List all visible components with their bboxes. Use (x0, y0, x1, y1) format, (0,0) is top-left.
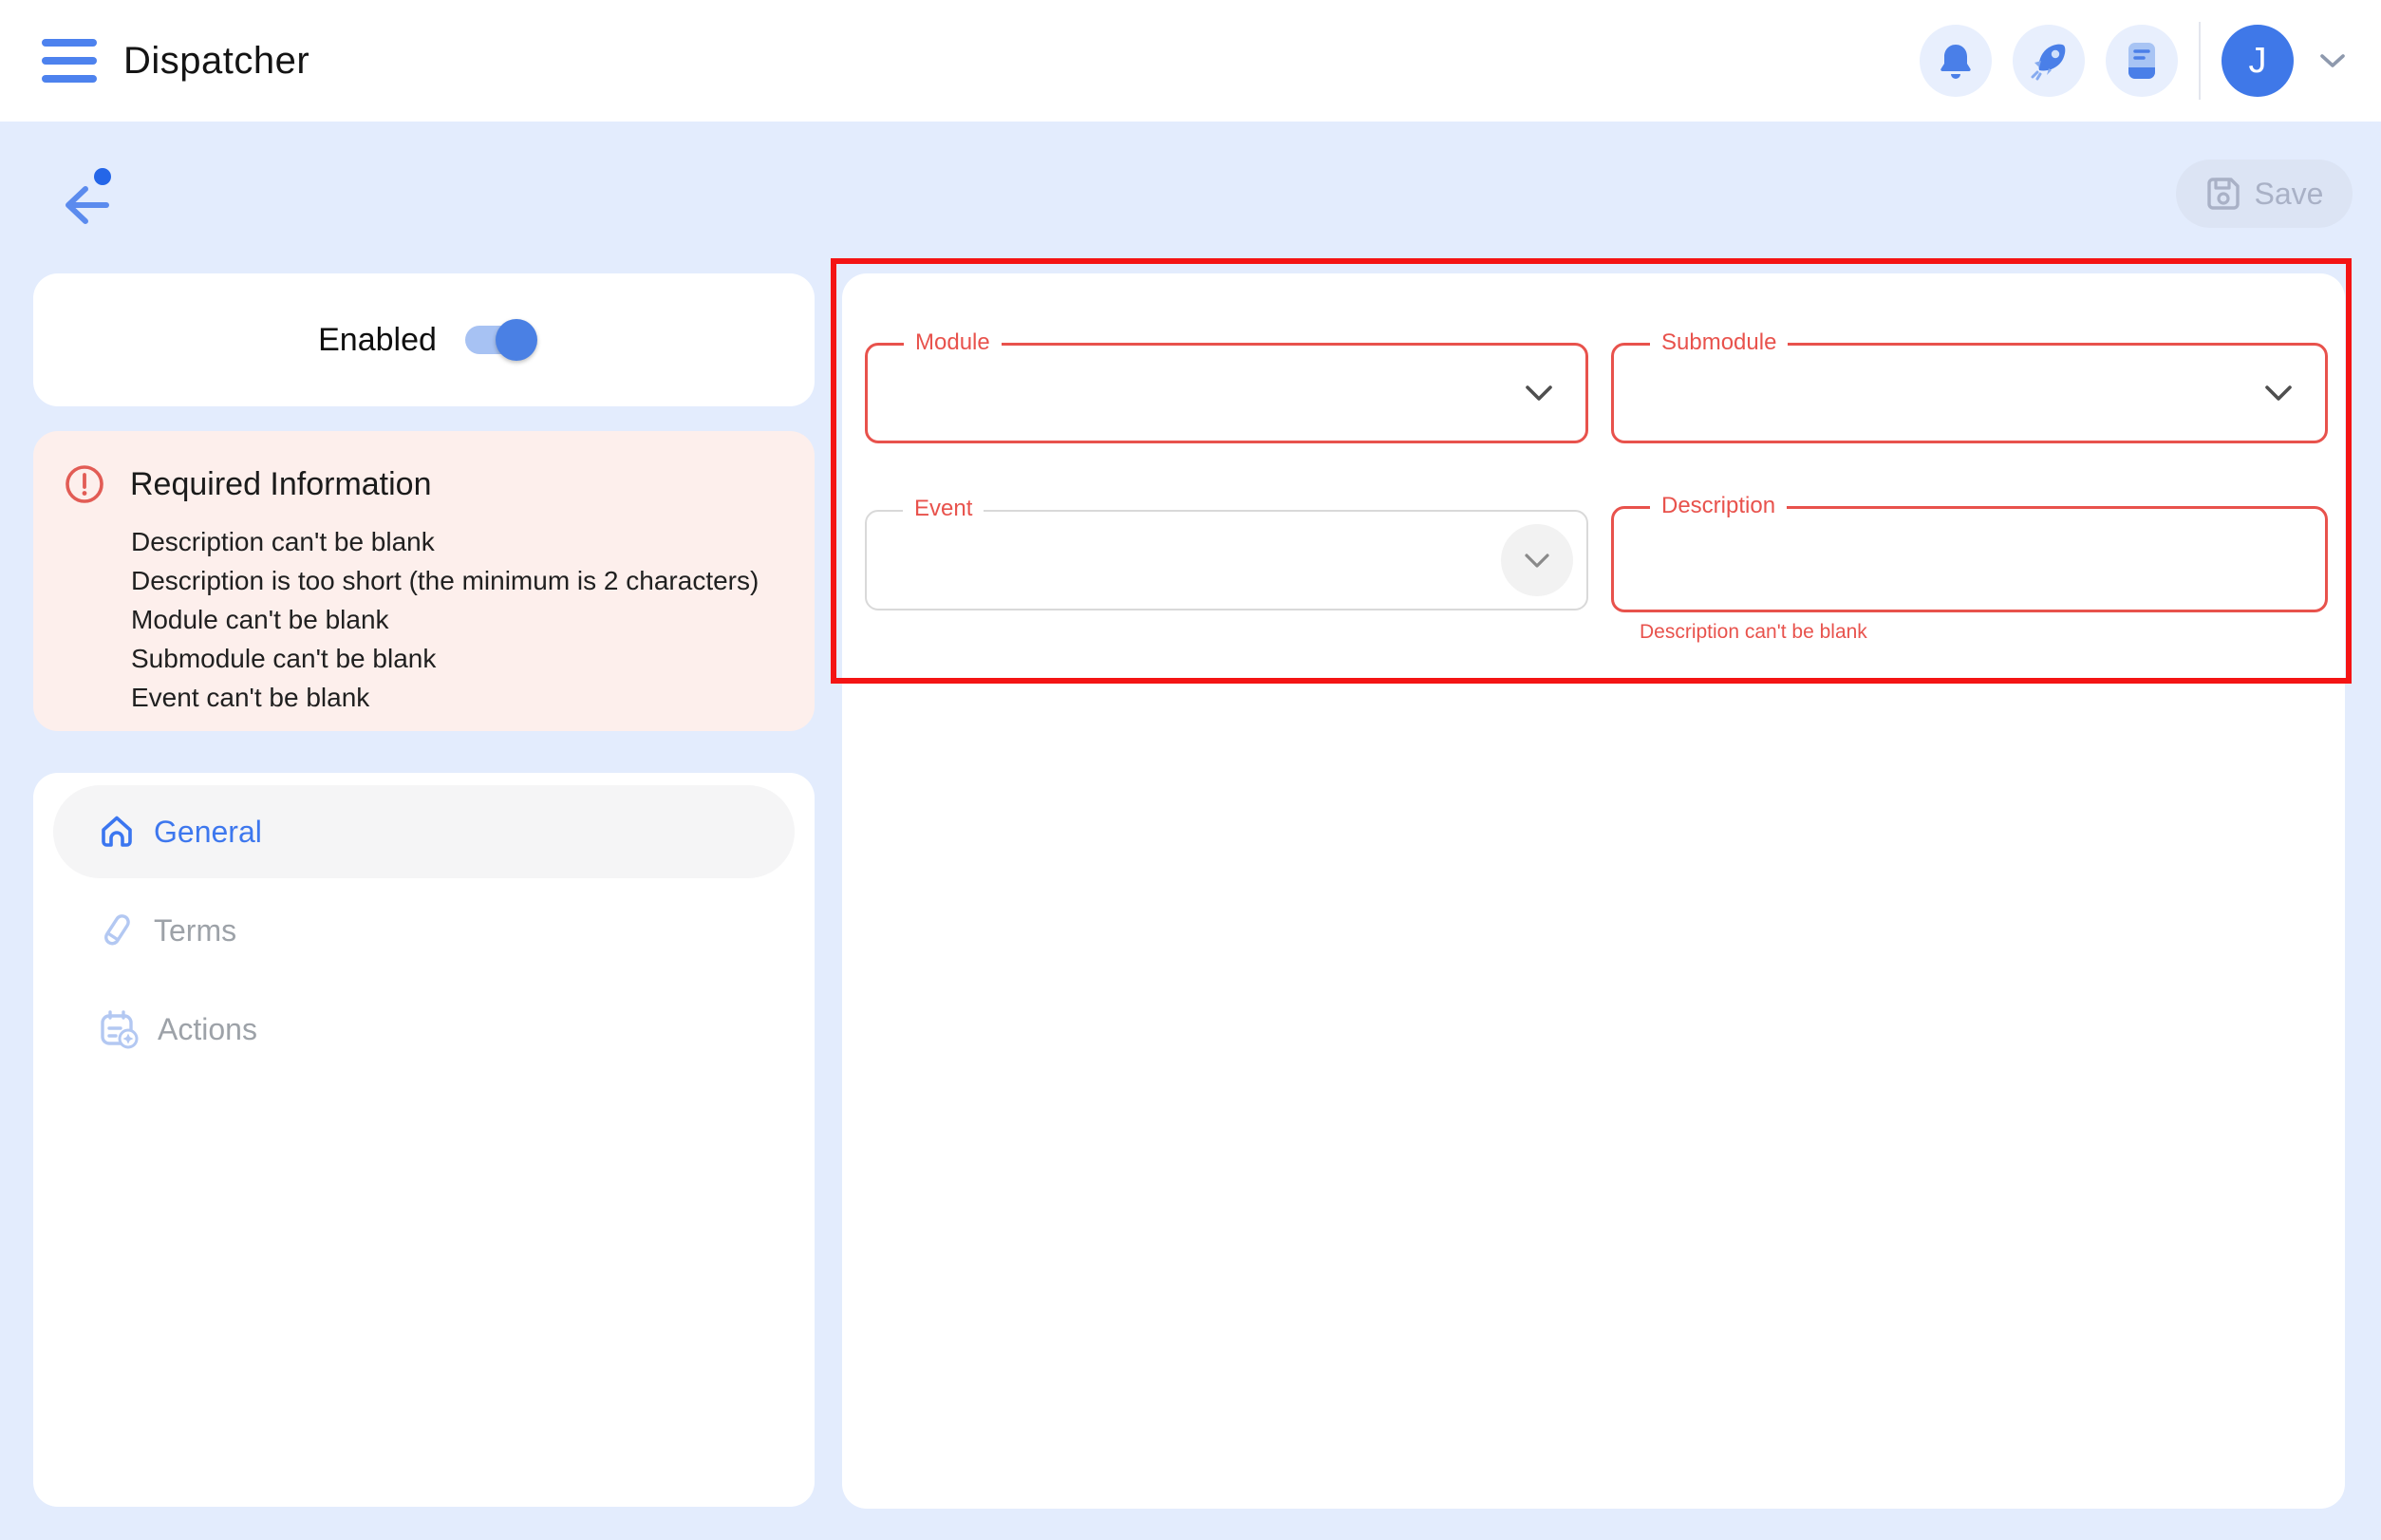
whats-new-button[interactable] (2013, 25, 2085, 97)
event-dropdown-button[interactable] (1501, 524, 1573, 596)
error-item: Description is too short (the minimum is… (131, 561, 786, 600)
enabled-label: Enabled (318, 322, 437, 359)
book-icon (2123, 40, 2161, 82)
section-nav-card: General Terms (33, 773, 815, 1507)
house-icon (97, 812, 137, 852)
required-information-panel: Required Information Description can't b… (33, 431, 815, 731)
error-item: Module can't be blank (131, 600, 786, 639)
docs-button[interactable] (2106, 25, 2178, 97)
rocket-icon (2028, 40, 2070, 82)
chevron-down-icon (1524, 553, 1550, 569)
alert-circle-icon (64, 463, 105, 505)
general-form-card: Module Submodule Event (842, 273, 2345, 1509)
content-area: Save Enabled Required Information (0, 122, 2381, 1540)
description-input-label: Description (1650, 493, 1787, 519)
notification-dot (94, 168, 111, 185)
back-button[interactable] (47, 160, 114, 226)
error-panel-title: Required Information (130, 466, 432, 503)
toggle-knob (496, 319, 537, 361)
app-header: Dispatcher (0, 0, 2381, 122)
header-divider (2199, 22, 2201, 100)
event-select-label: Event (903, 496, 984, 522)
header-actions: J (1920, 0, 2347, 122)
notifications-button[interactable] (1920, 25, 1992, 97)
module-select[interactable]: Module (865, 343, 1588, 443)
account-menu-chevron-down-icon[interactable] (2318, 51, 2347, 70)
chevron-down-icon[interactable] (2264, 385, 2293, 402)
enabled-card: Enabled (33, 273, 815, 406)
page-title: Dispatcher (123, 40, 309, 83)
chevron-down-icon[interactable] (1525, 385, 1553, 402)
bell-icon (1936, 41, 1976, 81)
nav-item-label: Actions (158, 1012, 257, 1047)
submodule-select[interactable]: Submodule (1611, 343, 2328, 443)
module-select-label: Module (904, 329, 1002, 356)
dispatcher-page: Dispatcher (0, 0, 2381, 1540)
nav-item-actions[interactable]: Actions (53, 983, 795, 1076)
submodule-select-label: Submodule (1650, 329, 1788, 356)
hamburger-menu-icon[interactable] (42, 39, 97, 83)
error-item: Event can't be blank (131, 678, 786, 717)
nav-item-label: Terms (154, 913, 236, 948)
description-input[interactable]: Description Description can't be blank (1611, 506, 2328, 612)
error-item: Submodule can't be blank (131, 639, 786, 678)
avatar[interactable]: J (2222, 25, 2294, 97)
save-button-label: Save (2255, 177, 2324, 212)
nav-item-label: General (154, 815, 262, 850)
event-select[interactable]: Event (865, 510, 1588, 610)
nav-item-general[interactable]: General (53, 785, 795, 878)
calendar-plus-icon (97, 1007, 141, 1051)
enabled-toggle[interactable] (465, 326, 530, 354)
nav-item-terms[interactable]: Terms (53, 884, 795, 977)
error-list: Description can't be blank Description i… (131, 522, 786, 717)
save-button[interactable]: Save (2176, 160, 2353, 228)
floppy-disk-icon (2205, 176, 2241, 212)
description-error-text: Description can't be blank (1640, 621, 1867, 644)
error-item: Description can't be blank (131, 522, 786, 561)
pencil-icon (97, 911, 137, 950)
